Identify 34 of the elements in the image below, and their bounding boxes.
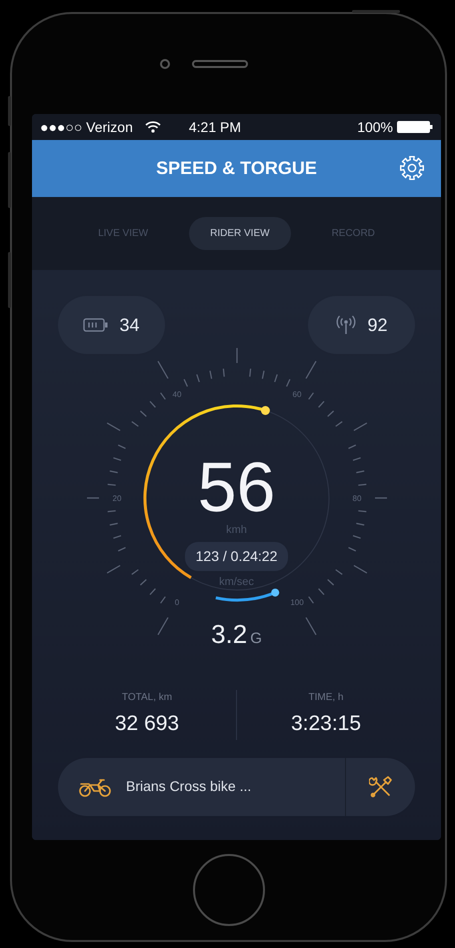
battery-percent: 100%: [357, 118, 393, 136]
tools-icon: [368, 774, 392, 798]
speed-unit: kmh: [226, 523, 247, 538]
scale-label: 80: [352, 494, 361, 503]
scale-label: 60: [292, 390, 301, 400]
scale-label: 20: [112, 494, 121, 503]
battery-icon: [83, 318, 110, 332]
scale-label: 40: [172, 390, 181, 400]
sensor-value: 92: [367, 314, 388, 336]
settings-icon[interactable]: [399, 155, 425, 181]
g-force-value: 3.2: [211, 619, 248, 649]
g-force-arc: [215, 588, 279, 602]
scale-label: 100: [290, 598, 304, 607]
wifi-icon: [144, 121, 161, 133]
trip-readout: 123 / 0.24:22: [184, 542, 288, 570]
stat-label: TOTAL, km: [122, 691, 172, 705]
stat-label: TIME, h: [308, 691, 344, 705]
trip-unit: km/sec: [219, 574, 254, 590]
view-tab[interactable]: RIDER VIEW: [189, 217, 291, 250]
screen-title: SPEED & TORGUE: [156, 157, 317, 180]
sensor-value: 34: [119, 314, 140, 336]
camera-lens: [160, 59, 170, 69]
stat-value: 32 693: [114, 711, 180, 737]
stat-value: 3:23:15: [290, 711, 362, 737]
g-force-unit: G: [250, 630, 262, 647]
carrier-name: ●●●○○ Verizon: [40, 118, 133, 136]
scale-label: 0: [174, 598, 179, 607]
speed-value: 56: [198, 452, 276, 522]
home-button[interactable]: [192, 854, 264, 926]
battery-icon: [397, 121, 433, 133]
earpiece: [192, 60, 248, 68]
bike-name[interactable]: Brians Cross bike ...: [126, 776, 252, 797]
antenna-icon: [335, 315, 358, 335]
status-time: 4:21 PM: [188, 118, 242, 136]
